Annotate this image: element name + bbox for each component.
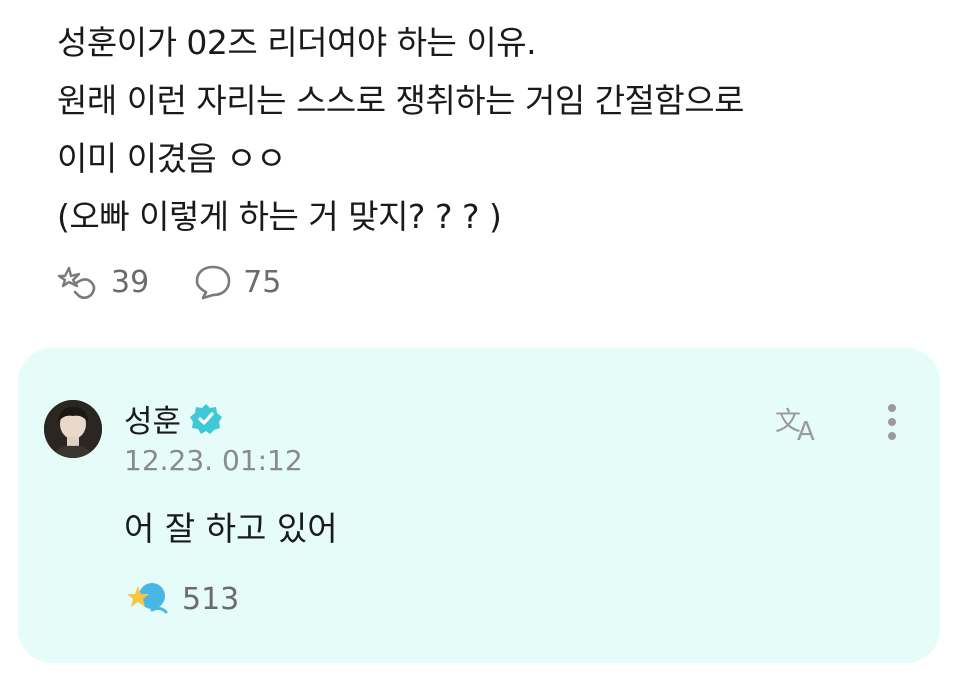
author-name[interactable]: 성훈 [124, 396, 181, 441]
reply-card: 성훈 12.23. 01:12 文 A 어 잘 하고 있어 513 [18, 348, 940, 663]
translate-button[interactable]: 文 A [773, 400, 829, 447]
verified-badge-icon [190, 403, 223, 434]
translate-icon: 文 A [775, 407, 815, 447]
reply-like-count: 513 [182, 581, 240, 617]
hand-sparkle-icon [57, 266, 96, 300]
like-count: 39 [111, 264, 150, 300]
reply-text: 어 잘 하고 있어 [124, 509, 338, 548]
more-vertical-icon [888, 404, 896, 440]
svg-text:A: A [797, 417, 815, 446]
post-text-line: 성훈이가 02즈 리더여야 하는 이유. [57, 23, 537, 62]
speech-bubble-icon [195, 265, 231, 300]
avatar-image [44, 400, 102, 458]
reply-reaction-button[interactable]: 513 [126, 578, 239, 620]
avatar[interactable] [44, 400, 102, 458]
post-body: 성훈이가 02즈 리더여야 하는 이유. 원래 이런 자리는 스스로 쟁취하는 … [57, 14, 917, 246]
author-row: 성훈 [124, 396, 223, 441]
post-actions: 39 75 [57, 262, 325, 302]
comment-count: 75 [243, 264, 282, 300]
more-options-button[interactable] [880, 400, 904, 446]
post-text-line: 이미 이겼음 ㅇㅇ [57, 139, 287, 178]
comment-button[interactable]: 75 [193, 262, 281, 302]
like-button[interactable]: 39 [57, 262, 149, 302]
post-text-line: (오빠 이렇게 하는 거 맞지? ? ? ) [57, 197, 502, 236]
post-text-line: 원래 이런 자리는 스스로 쟁취하는 거임 간절함으로 [57, 81, 745, 120]
star-sparkle-icon [127, 583, 168, 614]
reply-timestamp: 12.23. 01:12 [124, 444, 303, 477]
